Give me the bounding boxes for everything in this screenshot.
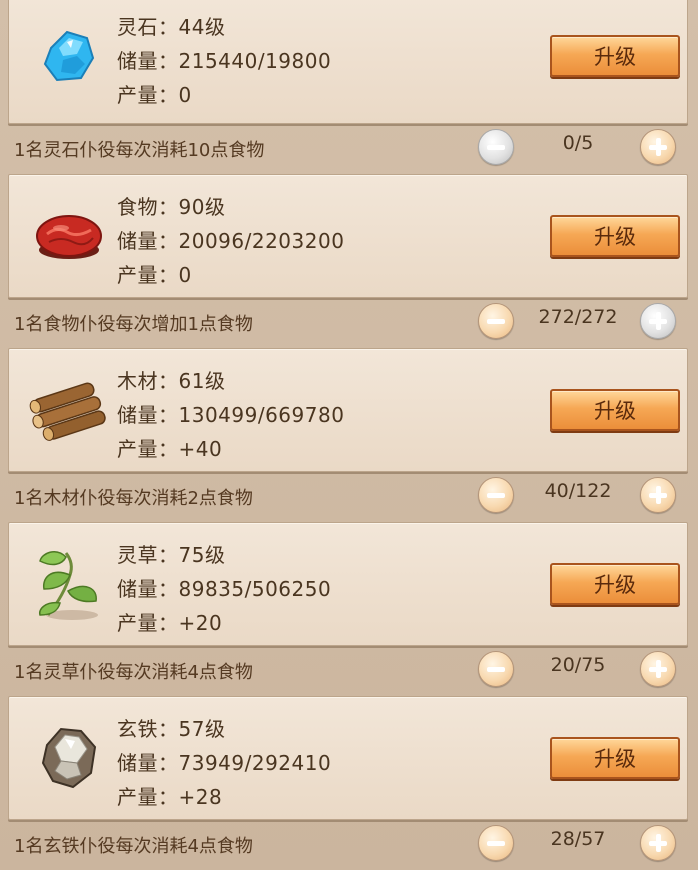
resource-section-iron: 玄铁：57级 储量：73949/292410 产量：+28 升级 1名玄铁仆役每…	[0, 696, 698, 870]
upgrade-button[interactable]: 升级	[550, 215, 680, 257]
resource-panel: 灵石：44级 储量：215440/19800 产量：0 升级 1名灵石仆役每次消…	[0, 0, 698, 870]
worker-count: 0/5	[562, 132, 594, 154]
resource-card: 灵草：75级 储量：89835/506250 产量：+20 升级	[8, 522, 688, 646]
worker-description: 1名食物仆役每次增加1点食物	[14, 314, 253, 335]
resource-name: 木材：61级	[117, 369, 226, 393]
resource-stock: 储量：73949/292410	[117, 751, 332, 775]
resource-output: 产量：+20	[117, 611, 223, 635]
plus-icon	[649, 660, 667, 678]
worker-row: 1名灵石仆役每次消耗10点食物 0/5	[0, 124, 698, 170]
resource-section-herb: 灵草：75级 储量：89835/506250 产量：+20 升级 1名灵草仆役每…	[0, 522, 698, 696]
decrease-workers-button[interactable]	[478, 651, 514, 687]
resource-section-food: 食物：90级 储量：20096/2203200 产量：0 升级 1名食物仆役每次…	[0, 174, 698, 348]
minus-icon	[487, 666, 505, 672]
worker-row: 1名玄铁仆役每次消耗4点食物 28/57	[0, 820, 698, 866]
decrease-workers-button[interactable]	[478, 477, 514, 513]
resource-output: 产量：0	[117, 83, 192, 107]
plus-icon	[649, 138, 667, 156]
worker-row: 1名食物仆役每次增加1点食物 272/272	[0, 298, 698, 344]
upgrade-button[interactable]: 升级	[550, 737, 680, 779]
resource-stock: 储量：20096/2203200	[117, 229, 345, 253]
increase-workers-button[interactable]	[640, 303, 676, 339]
upgrade-button[interactable]: 升级	[550, 35, 680, 77]
iron-ore-icon	[25, 719, 113, 797]
worker-row: 1名灵草仆役每次消耗4点食物 20/75	[0, 646, 698, 692]
decrease-workers-button[interactable]	[478, 303, 514, 339]
minus-icon	[487, 840, 505, 846]
worker-description: 1名玄铁仆役每次消耗4点食物	[14, 836, 253, 857]
resource-section-wood: 木材：61级 储量：130499/669780 产量：+40 升级 1名木材仆役…	[0, 348, 698, 522]
upgrade-button[interactable]: 升级	[550, 389, 680, 431]
resource-card: 灵石：44级 储量：215440/19800 产量：0 升级	[8, 0, 688, 124]
increase-workers-button[interactable]	[640, 825, 676, 861]
resource-section-spirit-stone: 灵石：44级 储量：215440/19800 产量：0 升级 1名灵石仆役每次消…	[0, 0, 698, 174]
resource-card: 木材：61级 储量：130499/669780 产量：+40 升级	[8, 348, 688, 472]
worker-description: 1名木材仆役每次消耗2点食物	[14, 488, 253, 509]
spirit-stone-icon	[25, 17, 113, 95]
minus-icon	[487, 318, 505, 324]
resource-output: 产量：+40	[117, 437, 223, 461]
resource-name: 食物：90级	[117, 195, 226, 219]
minus-icon	[487, 144, 505, 150]
worker-count: 28/57	[550, 828, 606, 850]
increase-workers-button[interactable]	[640, 477, 676, 513]
worker-description: 1名灵草仆役每次消耗4点食物	[14, 662, 253, 683]
minus-icon	[487, 492, 505, 498]
resource-card: 食物：90级 储量：20096/2203200 产量：0 升级	[8, 174, 688, 298]
plus-icon	[649, 834, 667, 852]
resource-name: 灵石：44级	[117, 15, 226, 39]
worker-description: 1名灵石仆役每次消耗10点食物	[14, 140, 265, 161]
resource-output: 产量：0	[117, 263, 192, 287]
herb-icon	[25, 545, 113, 623]
worker-row: 1名木材仆役每次消耗2点食物 40/122	[0, 472, 698, 518]
worker-count: 40/122	[544, 480, 612, 502]
resource-name: 灵草：75级	[117, 543, 226, 567]
meat-icon	[25, 197, 113, 275]
worker-count: 20/75	[550, 654, 606, 676]
plus-icon	[649, 312, 667, 330]
resource-stock: 储量：130499/669780	[117, 403, 345, 427]
resource-name: 玄铁：57级	[117, 717, 226, 741]
decrease-workers-button[interactable]	[478, 825, 514, 861]
wood-logs-icon	[25, 371, 113, 449]
upgrade-button[interactable]: 升级	[550, 563, 680, 605]
resource-stock: 储量：215440/19800	[117, 49, 332, 73]
increase-workers-button[interactable]	[640, 129, 676, 165]
resource-output: 产量：+28	[117, 785, 223, 809]
resource-stock: 储量：89835/506250	[117, 577, 332, 601]
increase-workers-button[interactable]	[640, 651, 676, 687]
worker-count: 272/272	[538, 306, 618, 328]
plus-icon	[649, 486, 667, 504]
resource-card: 玄铁：57级 储量：73949/292410 产量：+28 升级	[8, 696, 688, 820]
decrease-workers-button[interactable]	[478, 129, 514, 165]
